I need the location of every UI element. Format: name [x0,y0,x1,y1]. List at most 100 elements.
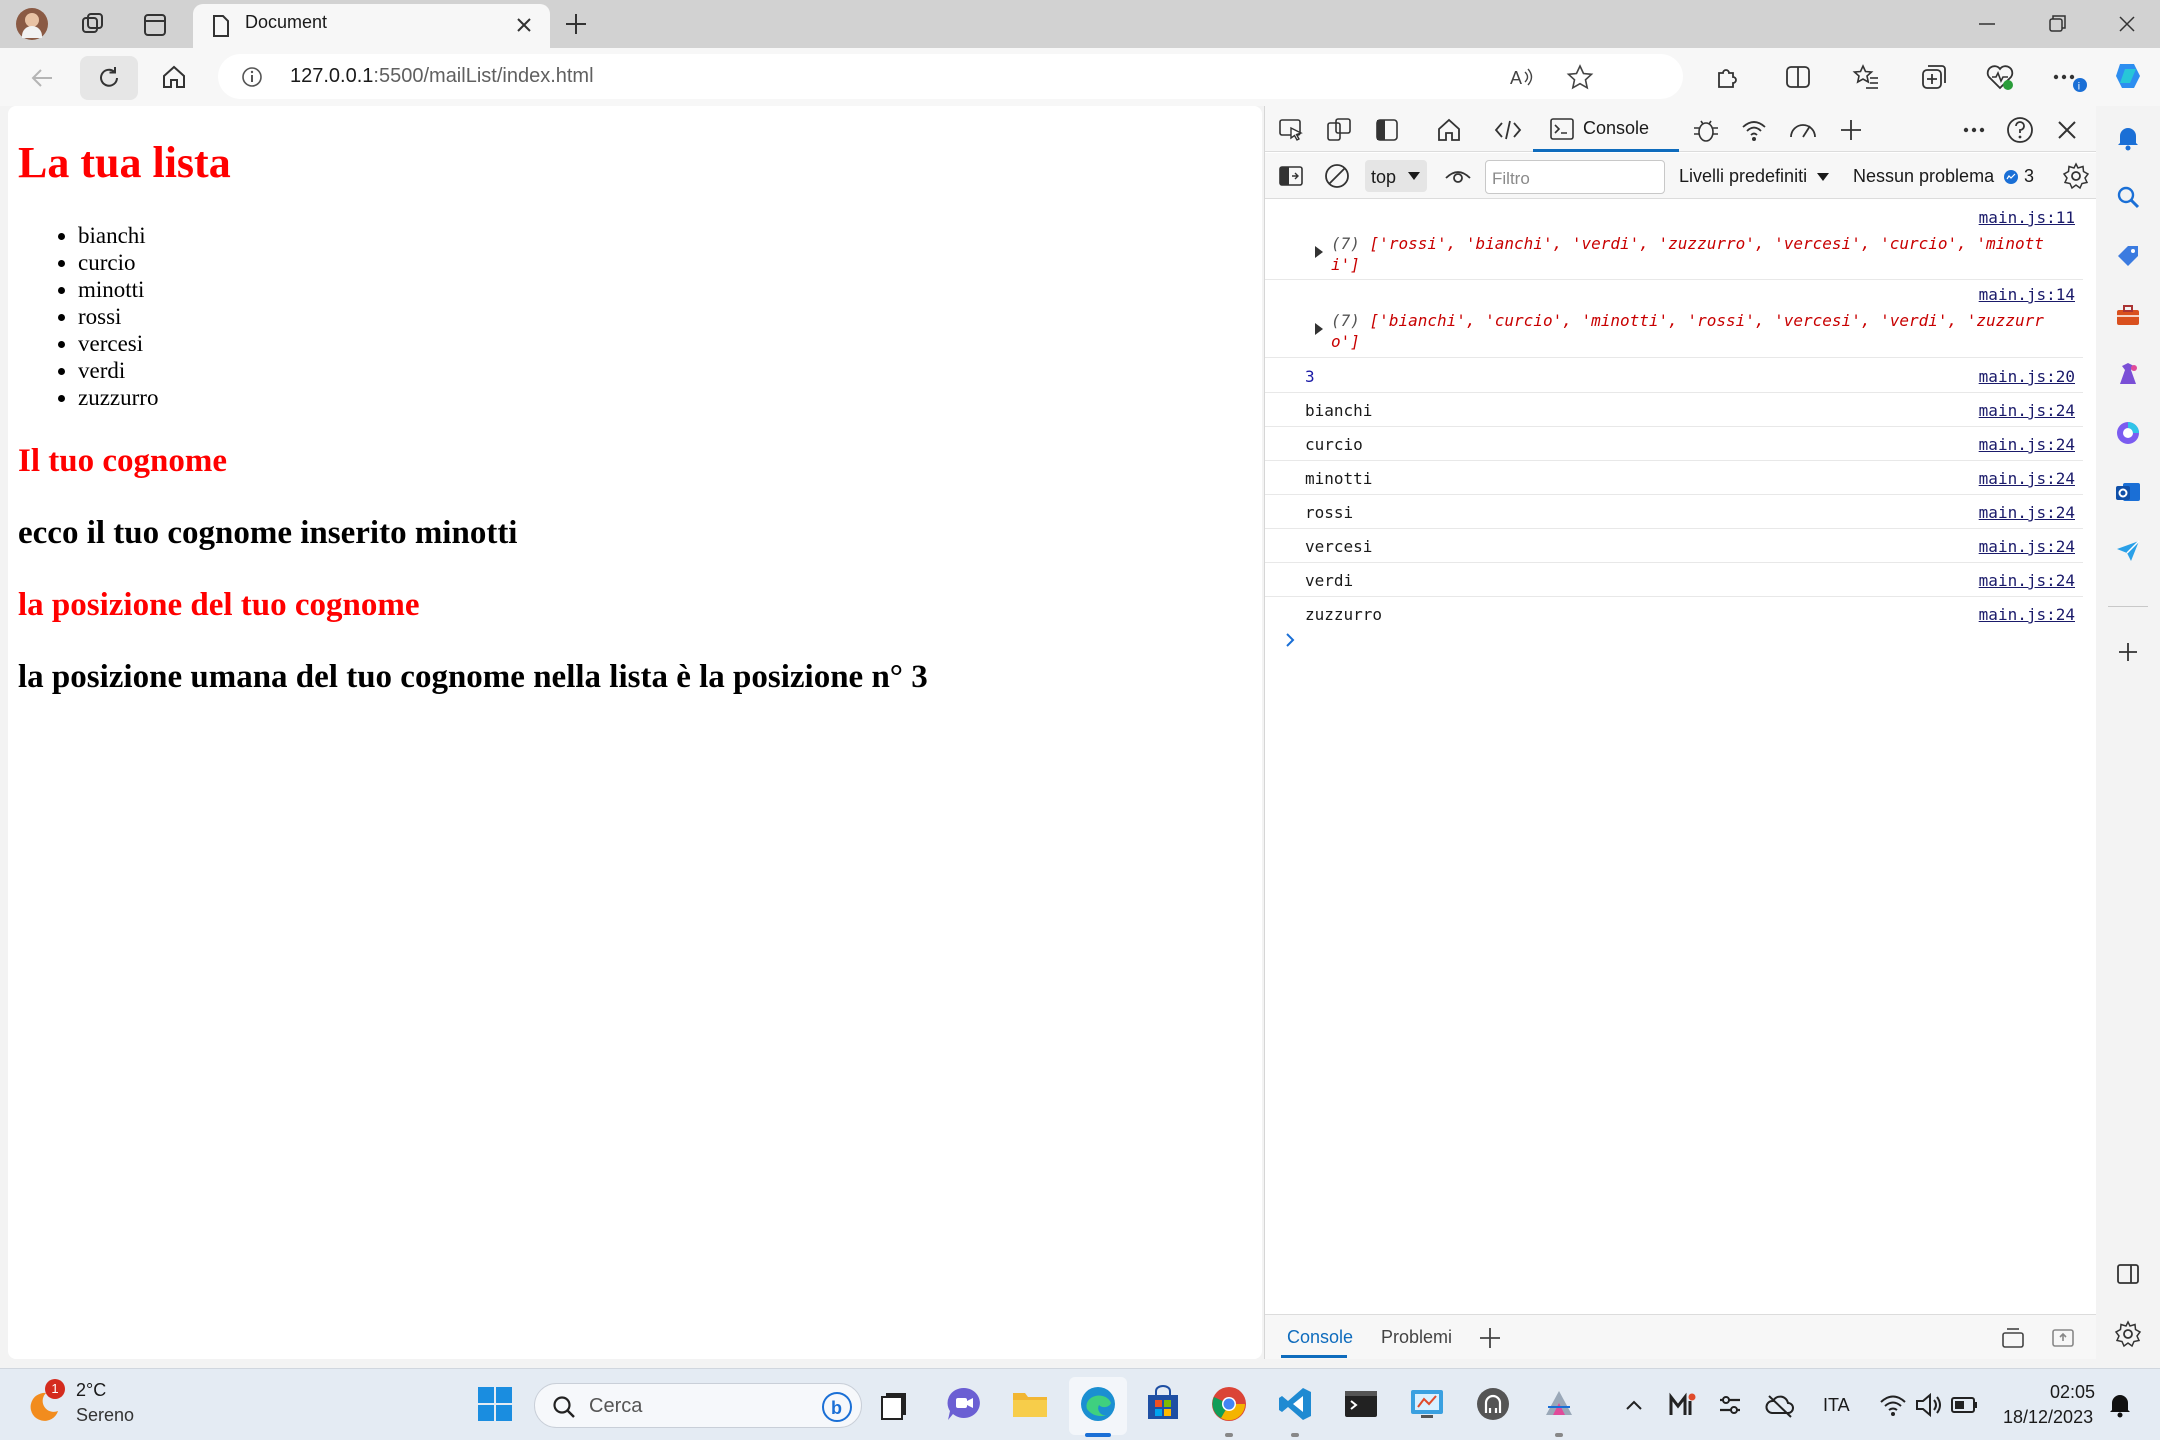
issues-label[interactable]: Nessun problema [1853,166,1994,187]
file-explorer-icon[interactable] [1011,1385,1049,1423]
source-link[interactable]: main.js:20 [1979,367,2075,386]
games-icon[interactable] [2114,360,2142,388]
clear-console-icon[interactable] [1323,162,1351,190]
home-icon[interactable] [160,63,188,91]
chrome-icon[interactable] [1210,1385,1248,1423]
source-link[interactable]: main.js:24 [1979,401,2075,420]
onedrive-offline-icon[interactable] [1764,1391,1794,1419]
tools-toolbox-icon[interactable] [2114,301,2142,329]
quick-view-icon[interactable] [1999,1325,2027,1351]
close-tab-icon[interactable] [515,16,533,34]
elements-icon[interactable] [1493,116,1523,144]
shopping-tag-icon[interactable] [2114,242,2142,270]
weather-temperature[interactable]: 2°C [76,1380,106,1401]
taskbar-edge-button[interactable] [1069,1377,1127,1435]
profile-avatar[interactable] [16,8,48,40]
close-devtools-icon[interactable] [2053,116,2081,144]
device-emulation-icon[interactable] [1325,116,1353,144]
teams-chat-icon[interactable] [945,1385,983,1423]
language-indicator[interactable]: ITA [1823,1395,1850,1416]
source-link[interactable]: main.js:24 [1979,469,2075,488]
task-view-icon[interactable] [878,1385,916,1423]
outlook-icon[interactable] [2114,478,2142,506]
search-icon[interactable] [2114,183,2142,211]
tray-settings-icon[interactable] [1716,1391,1744,1419]
microsoft-store-icon[interactable] [1144,1385,1182,1423]
browser-tab[interactable]: Document [193,4,550,48]
network-wifi-icon[interactable] [1739,115,1769,145]
filter-input[interactable]: Filtro [1485,160,1665,194]
refresh-button[interactable] [80,56,138,100]
battery-icon[interactable] [1950,1393,1980,1417]
weather-widget[interactable]: 1 [28,1379,68,1425]
console-prompt-icon[interactable] [1281,630,1301,650]
source-link[interactable]: main.js:24 [1979,605,2075,624]
expand-triangle-icon[interactable] [1315,246,1323,258]
split-screen-icon[interactable] [1784,63,1812,91]
source-link[interactable]: main.js:24 [1979,435,2075,454]
workspaces-icon[interactable] [80,12,106,38]
source-link[interactable]: main.js:24 [1979,537,2075,556]
drawer-tab-problems[interactable]: Problemi [1381,1327,1452,1348]
favorite-star-icon[interactable] [1566,64,1594,90]
sidebar-settings-gear-icon[interactable] [2114,1320,2142,1348]
taskbar-search[interactable]: Cerca b [534,1383,862,1428]
volume-icon[interactable] [1914,1391,1944,1419]
add-drawer-tab-icon[interactable] [1477,1325,1503,1351]
collections-icon[interactable] [1920,63,1948,91]
help-icon[interactable] [2005,115,2035,145]
console-message-array[interactable]: main.js:14 (7) ['bianchi', 'curcio', 'mi… [1265,281,2083,358]
terminal-icon[interactable] [1342,1385,1380,1423]
minimize-icon[interactable] [1975,12,1999,36]
site-info-icon[interactable] [240,65,264,89]
inspect-element-icon[interactable] [1277,116,1305,144]
app-icon[interactable] [1540,1385,1578,1423]
wifi-icon[interactable] [1878,1391,1908,1419]
back-icon[interactable] [28,64,56,92]
welcome-home-icon[interactable] [1435,116,1463,144]
notification-center-bell-icon[interactable] [2106,1391,2134,1419]
show-hidden-icons-chevron-icon[interactable] [1622,1393,1646,1417]
sidebar-toggle-icon[interactable] [1277,163,1305,189]
close-window-icon[interactable] [2115,12,2139,36]
source-link[interactable]: main.js:24 [1979,571,2075,590]
drawer-tab-console[interactable]: Console [1287,1327,1353,1348]
clock-time[interactable]: 02:05 [2050,1382,2095,1403]
extensions-icon[interactable] [1713,63,1741,91]
windows-start-icon[interactable] [476,1385,514,1423]
add-sidebar-app-icon[interactable] [2114,638,2142,666]
copilot-icon[interactable] [2112,58,2148,94]
clock-date[interactable]: 18/12/2023 [2003,1407,2093,1428]
console-settings-gear-icon[interactable] [2062,162,2090,190]
dock-drawer-icon[interactable] [2049,1325,2077,1351]
new-tab-icon[interactable] [563,11,589,37]
vertical-tabs-icon[interactable] [142,12,168,38]
source-link[interactable]: main.js:24 [1979,503,2075,522]
live-expression-eye-icon[interactable] [1443,164,1473,188]
address-bar[interactable]: 127.0.0.1:5500/mailList/index.html A [218,54,1683,99]
issues-badge[interactable]: 3 [2003,166,2034,187]
expand-triangle-icon[interactable] [1315,323,1323,335]
tab-console[interactable]: Console [1533,106,1679,152]
hide-sidebar-icon[interactable] [2114,1260,2142,1288]
console-message-array[interactable]: main.js:11 (7) ['rossi', 'bianchi', 'ver… [1265,204,2083,280]
weather-description[interactable]: Sereno [76,1405,134,1426]
more-options-icon[interactable]: i [2050,63,2090,95]
read-aloud-icon[interactable]: A [1508,64,1536,90]
tray-app-icon[interactable] [1668,1391,1698,1419]
notifications-bell-icon[interactable] [2114,124,2142,152]
source-link[interactable]: main.js:14 [1979,285,2075,304]
performance-icon[interactable] [1787,115,1819,145]
restore-icon[interactable] [2045,12,2069,36]
microsoft-365-icon[interactable] [2114,419,2142,447]
log-levels-dropdown[interactable]: Livelli predefiniti [1679,166,1830,187]
vscode-icon[interactable] [1276,1385,1314,1423]
dock-side-icon[interactable] [1373,116,1401,144]
drop-send-icon[interactable] [2114,537,2142,565]
devtools-more-icon[interactable] [1959,116,1989,144]
more-tools-plus-icon[interactable] [1837,116,1865,144]
github-desktop-icon[interactable] [1474,1385,1512,1423]
context-select[interactable]: top [1365,160,1427,192]
browser-essentials-icon[interactable] [1985,63,2015,91]
source-link[interactable]: main.js:11 [1979,208,2075,227]
